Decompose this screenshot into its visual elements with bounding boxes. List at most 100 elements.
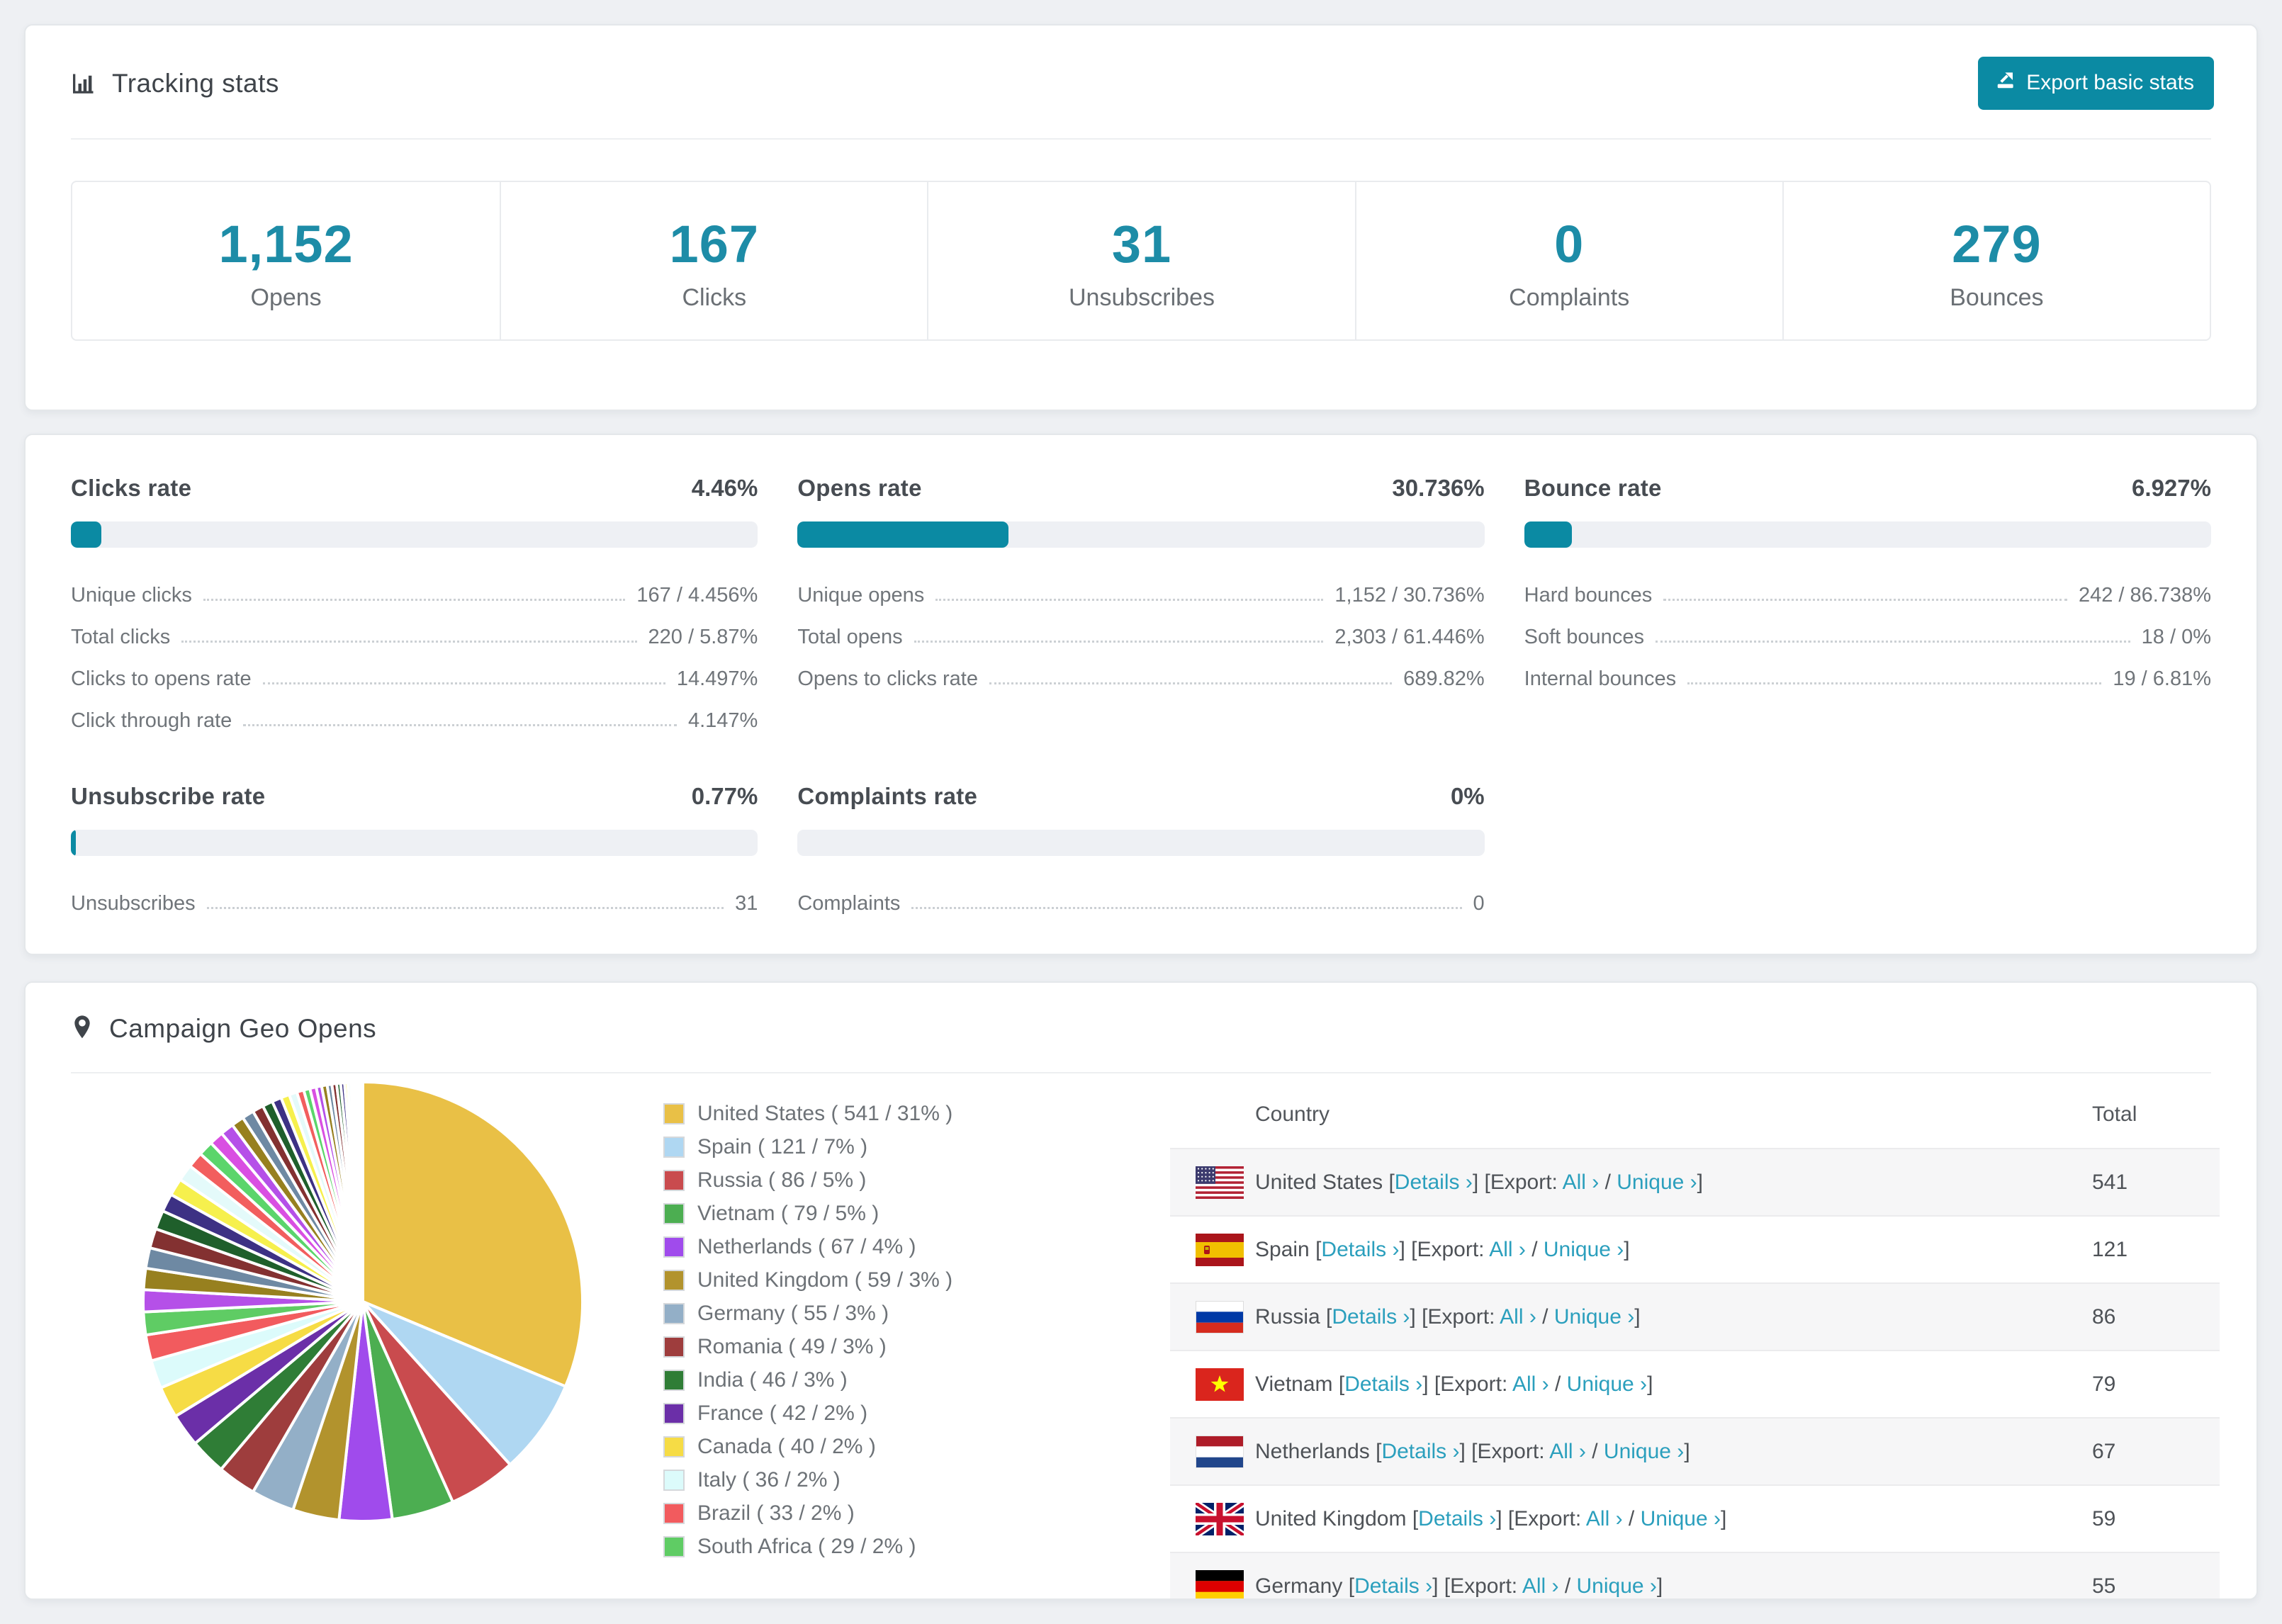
rate-row-click-through-rate: Click through rate 4.147% [71, 709, 758, 732]
rate-value: 6.927% [2132, 475, 2211, 501]
legend-item-south-africa[interactable]: South Africa ( 29 / 2% ) [663, 1535, 952, 1559]
details-link[interactable]: Details › [1395, 1171, 1473, 1194]
details-link[interactable]: Details › [1381, 1440, 1459, 1463]
flag-us-icon [1196, 1166, 1255, 1199]
legend-item-russia[interactable]: Russia ( 86 / 5% ) [663, 1168, 952, 1192]
geo-body: United States ( 541 / 31% ) Spain ( 121 /… [26, 1073, 2256, 1598]
stat-label: Complaints [1509, 284, 1630, 311]
rate-section-unsubscribe: Unsubscribe rate 0.77% Unsubscribes 31 [71, 783, 758, 925]
rate-row-total-opens: Total opens 2,303 / 61.446% [797, 626, 1485, 648]
legend-item-germany[interactable]: Germany ( 55 / 3% ) [663, 1302, 952, 1326]
export-icon [1995, 69, 2016, 96]
export-unique-link[interactable]: Unique › [1617, 1171, 1697, 1194]
geo-table-row-united-kingdom: United Kingdom [Details ›] [Export: All … [1170, 1484, 2220, 1552]
progress-bar-opens [797, 521, 1485, 548]
details-link[interactable]: Details › [1354, 1574, 1432, 1598]
stat-value: 167 [669, 215, 760, 274]
details-link[interactable]: Details › [1321, 1238, 1399, 1261]
export-all-link[interactable]: All › [1549, 1440, 1586, 1463]
export-all-link[interactable]: All › [1512, 1372, 1549, 1396]
legend-label: Brazil ( 33 / 2% ) [697, 1501, 855, 1525]
country-total: 86 [2092, 1304, 2116, 1329]
stat-bounces: 279 Bounces [1782, 182, 2210, 339]
country-total: 59 [2092, 1506, 2116, 1530]
details-link[interactable]: Details › [1418, 1507, 1496, 1530]
stat-opens: 1,152 Opens [72, 182, 500, 339]
progress-fill [1524, 521, 1572, 548]
details-link[interactable]: Details › [1332, 1305, 1410, 1329]
legend-color-swatch [663, 1303, 685, 1324]
country-total: 79 [2092, 1372, 2116, 1396]
dashboard-page: Tracking stats Export basic stats 1,152 O… [0, 0, 2282, 1624]
country-total: 67 [2092, 1439, 2116, 1463]
dotted-leader [1663, 599, 2067, 601]
rate-row-unique-clicks: Unique clicks 167 / 4.456% [71, 584, 758, 607]
legend-label: Spain ( 121 / 7% ) [697, 1135, 868, 1158]
legend-item-netherlands[interactable]: Netherlands ( 67 / 4% ) [663, 1235, 952, 1259]
legend-item-france[interactable]: France ( 42 / 2% ) [663, 1402, 952, 1426]
geo-table-row-germany: Germany [Details ›] [Export: All › / Uni… [1170, 1552, 2220, 1598]
geo-header: Campaign Geo Opens [26, 983, 2256, 1072]
export-unique-link[interactable]: Unique › [1544, 1238, 1624, 1261]
legend-color-swatch [663, 1270, 685, 1291]
export-unique-link[interactable]: Unique › [1554, 1305, 1634, 1329]
dotted-leader [262, 682, 665, 684]
geo-country-table: Country Total United States [Details ›] … [1170, 1081, 2220, 1598]
geo-title: Campaign Geo Opens [109, 1014, 377, 1043]
dotted-leader [989, 682, 1393, 684]
rate-title: Bounce rate [1524, 475, 1662, 501]
details-link[interactable]: Details › [1344, 1372, 1422, 1396]
legend-item-spain[interactable]: Spain ( 121 / 7% ) [663, 1135, 952, 1159]
export-all-link[interactable]: All › [1563, 1171, 1600, 1194]
export-unique-link[interactable]: Unique › [1577, 1574, 1657, 1598]
legend-item-brazil[interactable]: Brazil ( 33 / 2% ) [663, 1501, 952, 1526]
geo-table-row-vietnam: Vietnam [Details ›] [Export: All › / Uni… [1170, 1350, 2220, 1417]
geo-pie-chart[interactable] [129, 1065, 597, 1533]
export-unique-link[interactable]: Unique › [1604, 1440, 1684, 1463]
legend-color-swatch [663, 1336, 685, 1358]
export-all-link[interactable]: All › [1522, 1574, 1559, 1598]
pie-slice-other-38[interactable] [360, 1080, 364, 1303]
legend-item-india[interactable]: India ( 46 / 3% ) [663, 1368, 952, 1392]
country-name: Netherlands [1255, 1439, 1370, 1463]
export-unique-link[interactable]: Unique › [1641, 1507, 1721, 1530]
stat-clicks: 167 Clicks [500, 182, 927, 339]
progress-fill [71, 521, 102, 548]
legend-item-romania[interactable]: Romania ( 49 / 3% ) [663, 1335, 952, 1359]
dotted-leader [1687, 682, 2102, 684]
export-all-link[interactable]: All › [1586, 1507, 1623, 1530]
legend-item-italy[interactable]: Italy ( 36 / 2% ) [663, 1468, 952, 1492]
country-name: Germany [1255, 1574, 1343, 1598]
tracking-stats-card: Tracking stats Export basic stats 1,152 O… [24, 24, 2258, 411]
export-all-link[interactable]: All › [1489, 1238, 1526, 1261]
geo-table-row-netherlands: Netherlands [Details ›] [Export: All › /… [1170, 1417, 2220, 1484]
map-pin-icon [71, 1015, 94, 1043]
pie-legend: United States ( 541 / 31% ) Spain ( 121 /… [663, 1102, 952, 1568]
flag-gb-icon [1196, 1502, 1255, 1535]
rate-value: 30.736% [1392, 475, 1485, 501]
rate-section-opens: Opens rate 30.736% Unique opens 1,152 / … [797, 475, 1485, 742]
tracking-stats-header: Tracking stats Export basic stats [26, 26, 2256, 138]
rate-row-total-clicks: Total clicks 220 / 5.87% [71, 626, 758, 648]
country-total: 121 [2092, 1237, 2128, 1261]
legend-item-united-states[interactable]: United States ( 541 / 31% ) [663, 1102, 952, 1126]
dotted-leader [935, 599, 1324, 601]
export-basic-stats-button[interactable]: Export basic stats [1978, 57, 2214, 110]
header-divider [71, 138, 2211, 140]
legend-color-swatch [663, 1436, 685, 1457]
rate-row-hard-bounces: Hard bounces 242 / 86.738% [1524, 584, 2211, 607]
rate-row-unique-opens: Unique opens 1,152 / 30.736% [797, 584, 1485, 607]
legend-item-vietnam[interactable]: Vietnam ( 79 / 5% ) [663, 1202, 952, 1226]
legend-item-united-kingdom[interactable]: United Kingdom ( 59 / 3% ) [663, 1268, 952, 1292]
export-all-link[interactable]: All › [1500, 1305, 1536, 1329]
legend-item-canada[interactable]: Canada ( 40 / 2% ) [663, 1435, 952, 1459]
country-name: Vietnam [1255, 1372, 1333, 1396]
export-unique-link[interactable]: Unique › [1567, 1372, 1647, 1396]
progress-bar-clicks [71, 521, 758, 548]
legend-label: Romania ( 49 / 3% ) [697, 1335, 887, 1358]
rate-value: 4.46% [691, 475, 758, 501]
flag-nl-icon [1196, 1435, 1255, 1468]
rate-row-soft-bounces: Soft bounces 18 / 0% [1524, 626, 2211, 648]
dotted-leader [914, 641, 1324, 643]
legend-color-swatch [663, 1203, 685, 1224]
